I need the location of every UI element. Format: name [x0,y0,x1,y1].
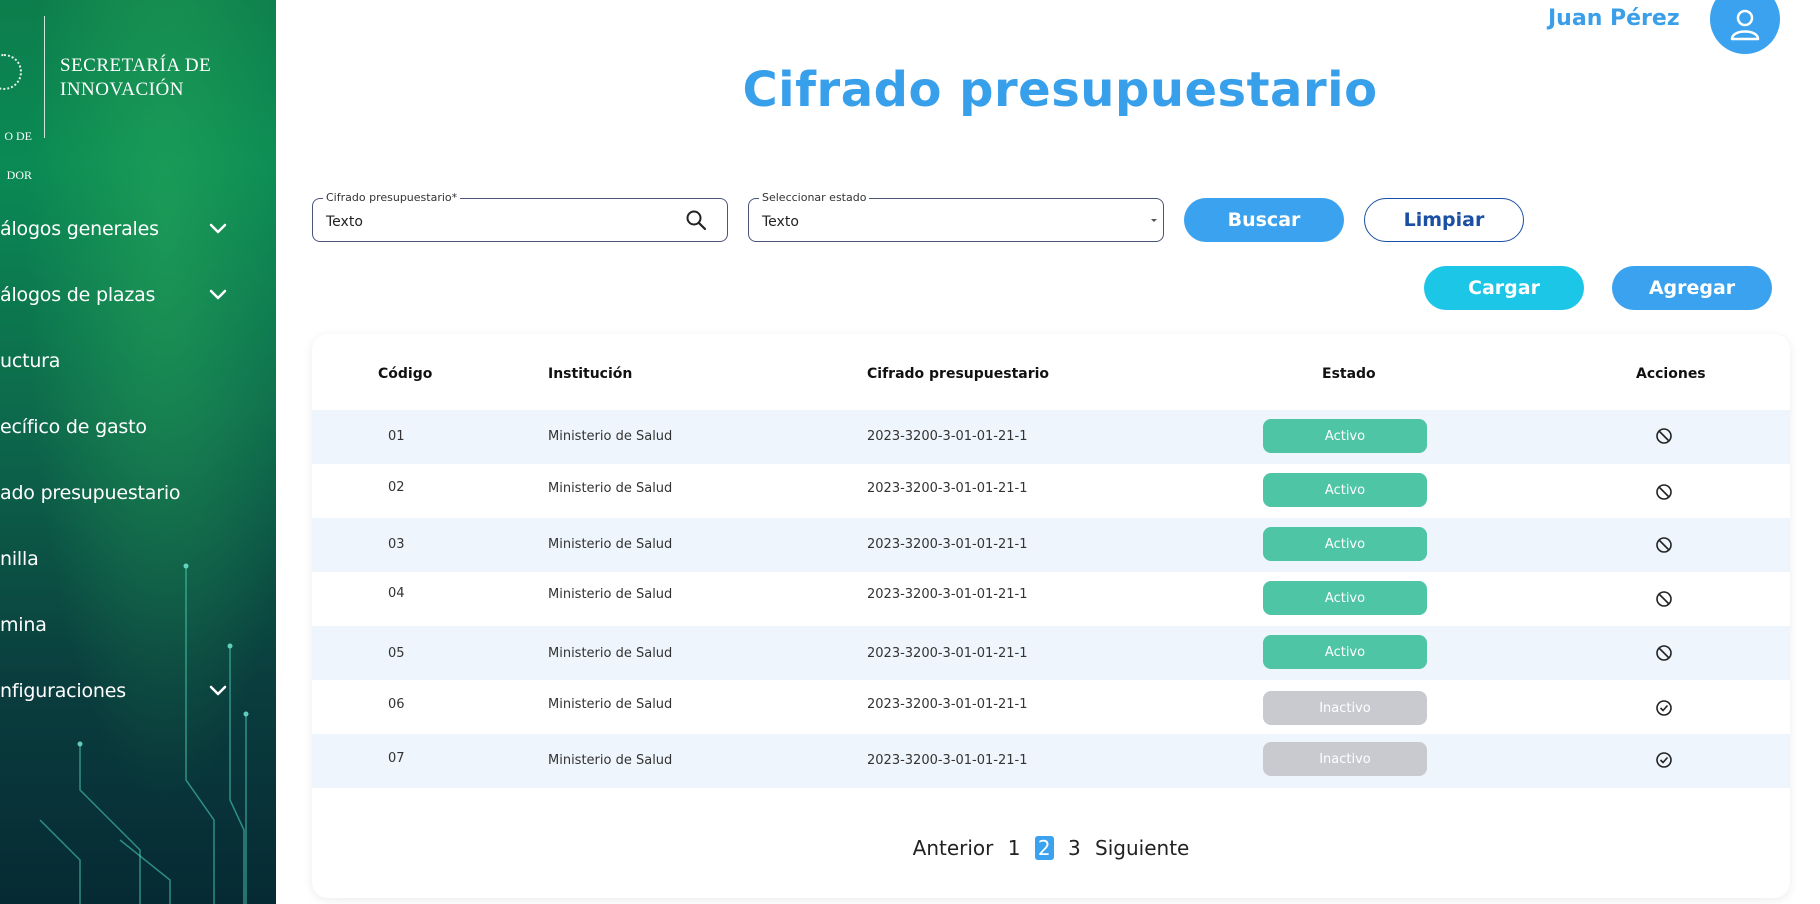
status-badge: Activo [1263,473,1427,507]
cell-cifrado: 2023-3200-3-01-01-21-1 [867,753,1028,768]
cell-institucion: Ministerio de Salud [548,537,673,552]
sidebar-item-label: nilla [0,548,39,570]
table-row: 05 Ministerio de Salud 2023-3200-3-01-01… [312,626,1790,680]
cargar-button[interactable]: Cargar [1424,266,1584,310]
cell-institucion: Ministerio de Salud [548,697,673,712]
pagination-page[interactable]: 3 [1068,836,1081,860]
pagination-prev[interactable]: Anterior [913,836,994,860]
cell-cifrado: 2023-3200-3-01-01-21-1 [867,481,1028,496]
status-badge: Activo [1263,581,1427,615]
column-header-cifrado[interactable]: Cifrado presupuestario [867,366,1049,382]
pagination-page[interactable]: 1 [1008,836,1021,860]
cell-cifrado: 2023-3200-3-01-01-21-1 [867,537,1028,552]
sidebar-item-label: uctura [0,350,61,372]
sidebar-item-especifico-gasto[interactable]: ecífico de gasto [0,398,276,438]
cell-codigo: 04 [388,586,405,601]
brand-subtitle: O DE DOR [0,104,32,208]
cell-cifrado: 2023-3200-3-01-01-21-1 [867,697,1028,712]
status-badge: Activo [1263,419,1427,453]
cell-institucion: Ministerio de Salud [548,587,673,602]
sidebar-item-configuraciones[interactable]: nfiguraciones [0,662,276,702]
ban-icon[interactable] [1655,536,1673,554]
brand-subtitle-line1: O DE [4,129,32,143]
cell-codigo: 01 [388,429,405,444]
sidebar-item-nomina[interactable]: mina [0,596,276,636]
sidebar-item-cifrado-presupuestario[interactable]: ado presupuestario [0,464,276,504]
cell-codigo: 06 [388,697,405,712]
cell-codigo: 02 [388,480,405,495]
user-avatar[interactable] [1710,0,1780,54]
sidebar-item-estructura[interactable]: uctura [0,332,276,372]
table-row: 06 Ministerio de Salud 2023-3200-3-01-01… [312,680,1790,734]
status-badge: Inactivo [1263,691,1427,725]
cell-institucion: Ministerio de Salud [548,481,673,496]
column-header-acciones[interactable]: Acciones [1636,366,1706,382]
status-badge: Activo [1263,527,1427,561]
table-row: 03 Ministerio de Salud 2023-3200-3-01-01… [312,518,1790,572]
sidebar-item-label: ado presupuestario [0,482,181,504]
estado-select-legend: Seleccionar estado [759,191,870,204]
estado-select[interactable]: Seleccionar estado Texto [748,191,1164,242]
cell-cifrado: 2023-3200-3-01-01-21-1 [867,429,1028,444]
chevron-down-icon [209,685,227,696]
table-row: 04 Ministerio de Salud 2023-3200-3-01-01… [312,572,1790,626]
column-header-estado[interactable]: Estado [1322,366,1376,382]
cifrado-field-legend: Cifrado presupuestario* [323,191,461,204]
status-badge: Inactivo [1263,742,1427,776]
ban-icon[interactable] [1655,590,1673,608]
cell-cifrado: 2023-3200-3-01-01-21-1 [867,587,1028,602]
data-table: Código Institución Cifrado presupuestari… [312,334,1790,898]
sidebar-item-label: álogos generales [0,218,159,240]
ban-icon[interactable] [1655,427,1673,445]
buscar-button[interactable]: Buscar [1184,198,1344,242]
sidebar-item-label: nfiguraciones [0,680,126,702]
column-header-institucion[interactable]: Institución [548,366,632,382]
brand-subtitle-line2: DOR [6,168,32,182]
pagination-next[interactable]: Siguiente [1095,836,1189,860]
table-row: 07 Ministerio de Salud 2023-3200-3-01-01… [312,734,1790,788]
user-icon [1730,9,1760,41]
cell-institucion: Ministerio de Salud [548,646,673,661]
caret-down-icon [1151,219,1157,222]
sidebar: O DE DOR SECRETARÍA DE INNOVACIÓN álogos… [0,0,276,904]
ban-icon[interactable] [1655,644,1673,662]
search-icon[interactable] [685,209,707,231]
check-circle-icon[interactable] [1655,699,1673,717]
sidebar-item-catalogos-plazas[interactable]: álogos de plazas [0,266,276,306]
cifrado-search-field[interactable]: Cifrado presupuestario* Texto [312,191,728,242]
cell-institucion: Ministerio de Salud [548,753,673,768]
chevron-down-icon [209,223,227,234]
cell-cifrado: 2023-3200-3-01-01-21-1 [867,646,1028,661]
pagination: Anterior 1 2 3 Siguiente [312,836,1790,860]
sidebar-item-catalogos-generales[interactable]: álogos generales [0,200,276,240]
user-name[interactable]: Juan Pérez [1548,6,1680,31]
status-badge: Activo [1263,635,1427,669]
check-circle-icon[interactable] [1655,751,1673,769]
sidebar-item-planilla[interactable]: nilla [0,530,276,570]
cell-codigo: 07 [388,751,405,766]
estado-select-value[interactable]: Texto [762,214,799,230]
sidebar-item-label: ecífico de gasto [0,416,147,438]
cell-codigo: 05 [388,646,405,661]
table-row: 01 Ministerio de Salud 2023-3200-3-01-01… [312,410,1790,464]
cifrado-field-value[interactable]: Texto [326,214,363,230]
pagination-page-current[interactable]: 2 [1034,836,1054,860]
ban-icon[interactable] [1655,483,1673,501]
cell-codigo: 03 [388,537,405,552]
limpiar-button[interactable]: Limpiar [1364,198,1524,242]
page-title: Cifrado presupuestario [742,62,1378,118]
sidebar-item-label: álogos de plazas [0,284,156,306]
column-header-codigo[interactable]: Código [378,366,432,382]
cell-institucion: Ministerio de Salud [548,429,673,444]
table-row: 02 Ministerio de Salud 2023-3200-3-01-01… [312,464,1790,518]
sidebar-item-label: mina [0,614,47,636]
chevron-down-icon [209,289,227,300]
agregar-button[interactable]: Agregar [1612,266,1772,310]
